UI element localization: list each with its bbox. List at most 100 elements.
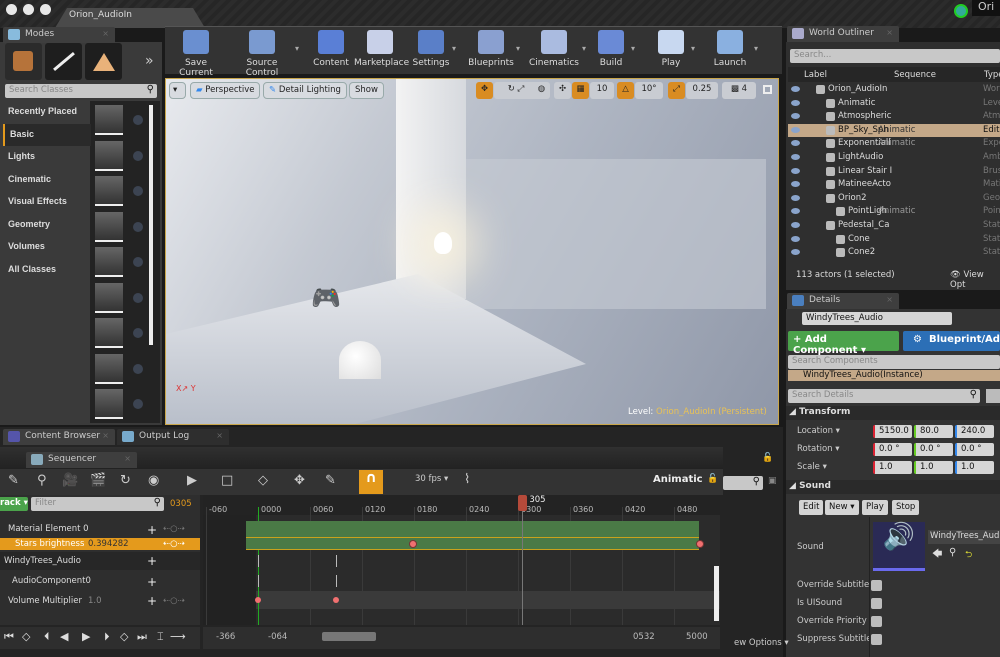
add-key-icon[interactable]: + bbox=[147, 575, 157, 589]
property-matrix-icon[interactable] bbox=[986, 389, 1000, 403]
mode-category-basic[interactable]: Basic bbox=[3, 123, 91, 146]
dropdown-arrow-icon[interactable]: ▾ bbox=[754, 44, 758, 53]
sky-sphere-icon[interactable] bbox=[339, 341, 381, 379]
help-icon[interactable] bbox=[133, 186, 143, 196]
visibility-eye-icon[interactable] bbox=[791, 222, 800, 228]
column-label[interactable]: Label bbox=[804, 70, 827, 80]
column-sequence[interactable]: Sequence bbox=[894, 70, 936, 80]
camera-speed-button[interactable]: ▩ 4 bbox=[722, 82, 756, 99]
audio-actor-icon[interactable]: 🎮 bbox=[311, 284, 341, 314]
show-button[interactable]: Show bbox=[349, 82, 384, 99]
help-icon[interactable] bbox=[133, 399, 143, 409]
jump-to-end-icon[interactable]: ⏭ bbox=[137, 630, 147, 644]
playback-range-icon[interactable]: ⟶ bbox=[170, 630, 186, 643]
maximize-viewport-icon[interactable] bbox=[763, 85, 772, 94]
grid-snap-icon[interactable]: ▦ bbox=[572, 82, 589, 99]
add-component-button[interactable]: + Add Component ▾ bbox=[788, 331, 899, 356]
timeline[interactable]: -060 0000 0060 0120 0180 0240 0300 0360 0420 0480… bbox=[203, 495, 720, 625]
cylinder-actor-icon[interactable] bbox=[95, 353, 123, 384]
outliner-row[interactable]: Atmospheric Atmo bbox=[788, 110, 1000, 124]
auto-key-icon[interactable]: ✥ bbox=[294, 473, 305, 488]
toolbar-settings-button[interactable]: Settings bbox=[412, 30, 450, 70]
scale-y-input[interactable]: 1.0 bbox=[914, 461, 953, 474]
view-end[interactable]: 5000 bbox=[686, 632, 708, 642]
outliner-row[interactable]: Cone Stati bbox=[788, 233, 1000, 247]
outliner-search-input[interactable]: Search... bbox=[790, 49, 1000, 63]
property-checkbox[interactable] bbox=[871, 580, 882, 591]
add-track-button[interactable]: rack ▾ bbox=[0, 497, 28, 511]
camera-icon[interactable]: 🎥 bbox=[62, 473, 78, 488]
minimize-window-button[interactable] bbox=[23, 4, 34, 15]
loop-icon[interactable]: ↻ bbox=[120, 473, 131, 488]
actor-name-input[interactable]: WindyTrees_Audio bbox=[802, 312, 952, 325]
viewport[interactable]: 🎮 X↗ Y Level: Orion_AudioIn (Persistent) bbox=[165, 78, 779, 425]
cube-actor-icon[interactable] bbox=[95, 282, 123, 313]
visibility-eye-icon[interactable] bbox=[791, 126, 800, 133]
surface-snap-icon[interactable]: ✣ bbox=[554, 82, 571, 99]
next-key-icon[interactable]: ◇ bbox=[120, 630, 128, 643]
property-checkbox[interactable] bbox=[871, 616, 882, 627]
use-selected-icon[interactable]: 🡄 bbox=[932, 547, 942, 564]
track-row[interactable]: Stars brightness 0.394282 ⇠○⇢ bbox=[0, 538, 200, 550]
browse-icon[interactable]: ⚲ bbox=[949, 547, 956, 558]
pawn-actor-icon[interactable] bbox=[95, 176, 123, 206]
outliner-row[interactable]: MatineeActo Mati bbox=[788, 178, 1000, 192]
current-frame[interactable]: 0305 bbox=[170, 499, 192, 509]
key-navigation-icon[interactable]: ⇠○⇢ bbox=[163, 524, 185, 534]
location-x-input[interactable]: 5150.0 bbox=[873, 425, 912, 438]
playhead-handle[interactable] bbox=[518, 495, 528, 511]
maximize-window-button[interactable] bbox=[40, 4, 51, 15]
add-key-icon[interactable]: + bbox=[147, 594, 157, 608]
outliner-row[interactable]: Orion2 Geor bbox=[788, 192, 1000, 206]
play-sound-button[interactable]: Play bbox=[862, 500, 888, 515]
key-navigation-icon[interactable]: ⇠○⇢ bbox=[163, 596, 185, 606]
location-label[interactable]: Location ▾ bbox=[797, 426, 840, 436]
mode-category-lights[interactable]: Lights bbox=[3, 146, 91, 168]
column-type[interactable]: Type bbox=[984, 70, 1000, 80]
sphere-actor-icon[interactable] bbox=[95, 105, 123, 135]
keyframe-icon[interactable]: ◇ bbox=[258, 473, 268, 488]
visibility-eye-icon[interactable] bbox=[791, 140, 800, 147]
dropdown-arrow-icon[interactable]: ▾ bbox=[295, 44, 299, 53]
sound-header[interactable]: ◢ Sound bbox=[786, 480, 1000, 494]
view-start[interactable]: -366 bbox=[216, 632, 235, 642]
play-range-icon[interactable]: ▶ bbox=[187, 473, 197, 488]
outliner-row[interactable]: PointLigh Animatic Poin bbox=[788, 205, 1000, 219]
snap-magnet-icon[interactable]: ∩ bbox=[359, 470, 383, 494]
viewport-options-button[interactable]: ▾ bbox=[169, 82, 186, 99]
help-icon[interactable] bbox=[133, 328, 143, 338]
dropdown-arrow-icon[interactable]: ▾ bbox=[452, 44, 456, 53]
close-icon[interactable]: × bbox=[886, 28, 893, 37]
sound-wave-thumbnail[interactable]: 🔊 bbox=[873, 522, 925, 571]
outliner-row[interactable]: LightAudio Amb bbox=[788, 151, 1000, 165]
step-back-icon[interactable]: ⏴ bbox=[44, 630, 50, 644]
modes-tab[interactable]: Modes × bbox=[3, 27, 115, 43]
loop-range-icon[interactable]: ⌶ bbox=[157, 630, 164, 644]
scale-label[interactable]: Scale ▾ bbox=[797, 462, 827, 472]
visibility-icon[interactable]: ◉ bbox=[148, 473, 159, 488]
world-outliner-tab[interactable]: World Outliner × bbox=[787, 26, 899, 42]
point-light-icon[interactable] bbox=[434, 232, 452, 254]
search-details-input[interactable]: Search Details ⚲ bbox=[788, 389, 980, 403]
lighting-mode-button[interactable]: ✎ Detail Lighting bbox=[263, 82, 347, 99]
dropdown-arrow-icon[interactable]: ▾ bbox=[631, 44, 635, 53]
selection-icon[interactable]: □ bbox=[221, 473, 233, 488]
help-icon[interactable] bbox=[133, 257, 143, 267]
scale-z-input[interactable]: 1.0 bbox=[955, 461, 994, 474]
timeline-scrollbar[interactable] bbox=[714, 566, 719, 621]
point-light-actor-icon[interactable] bbox=[95, 211, 123, 242]
toolbar-blueprints-button[interactable]: Blueprints bbox=[468, 30, 514, 70]
pencil-icon[interactable]: ✎ bbox=[325, 473, 336, 488]
curve-editor-icon[interactable]: ⌇ bbox=[464, 472, 470, 487]
transform-header[interactable]: ◢ Transform bbox=[786, 406, 1000, 420]
outliner-row[interactable]: Animatic Level bbox=[788, 97, 1000, 111]
help-icon[interactable] bbox=[133, 363, 143, 374]
visibility-eye-icon[interactable] bbox=[791, 249, 800, 256]
visibility-eye-icon[interactable] bbox=[791, 235, 800, 242]
search-components-input[interactable]: Search Components bbox=[788, 355, 1000, 369]
play-reverse-icon[interactable]: ◀ bbox=[60, 630, 68, 643]
close-icon[interactable]: × bbox=[886, 295, 893, 304]
outliner-row[interactable]: Cone2 Stati bbox=[788, 246, 1000, 260]
playback-in[interactable]: -064 bbox=[268, 632, 287, 642]
stop-sound-button[interactable]: Stop bbox=[892, 500, 920, 515]
